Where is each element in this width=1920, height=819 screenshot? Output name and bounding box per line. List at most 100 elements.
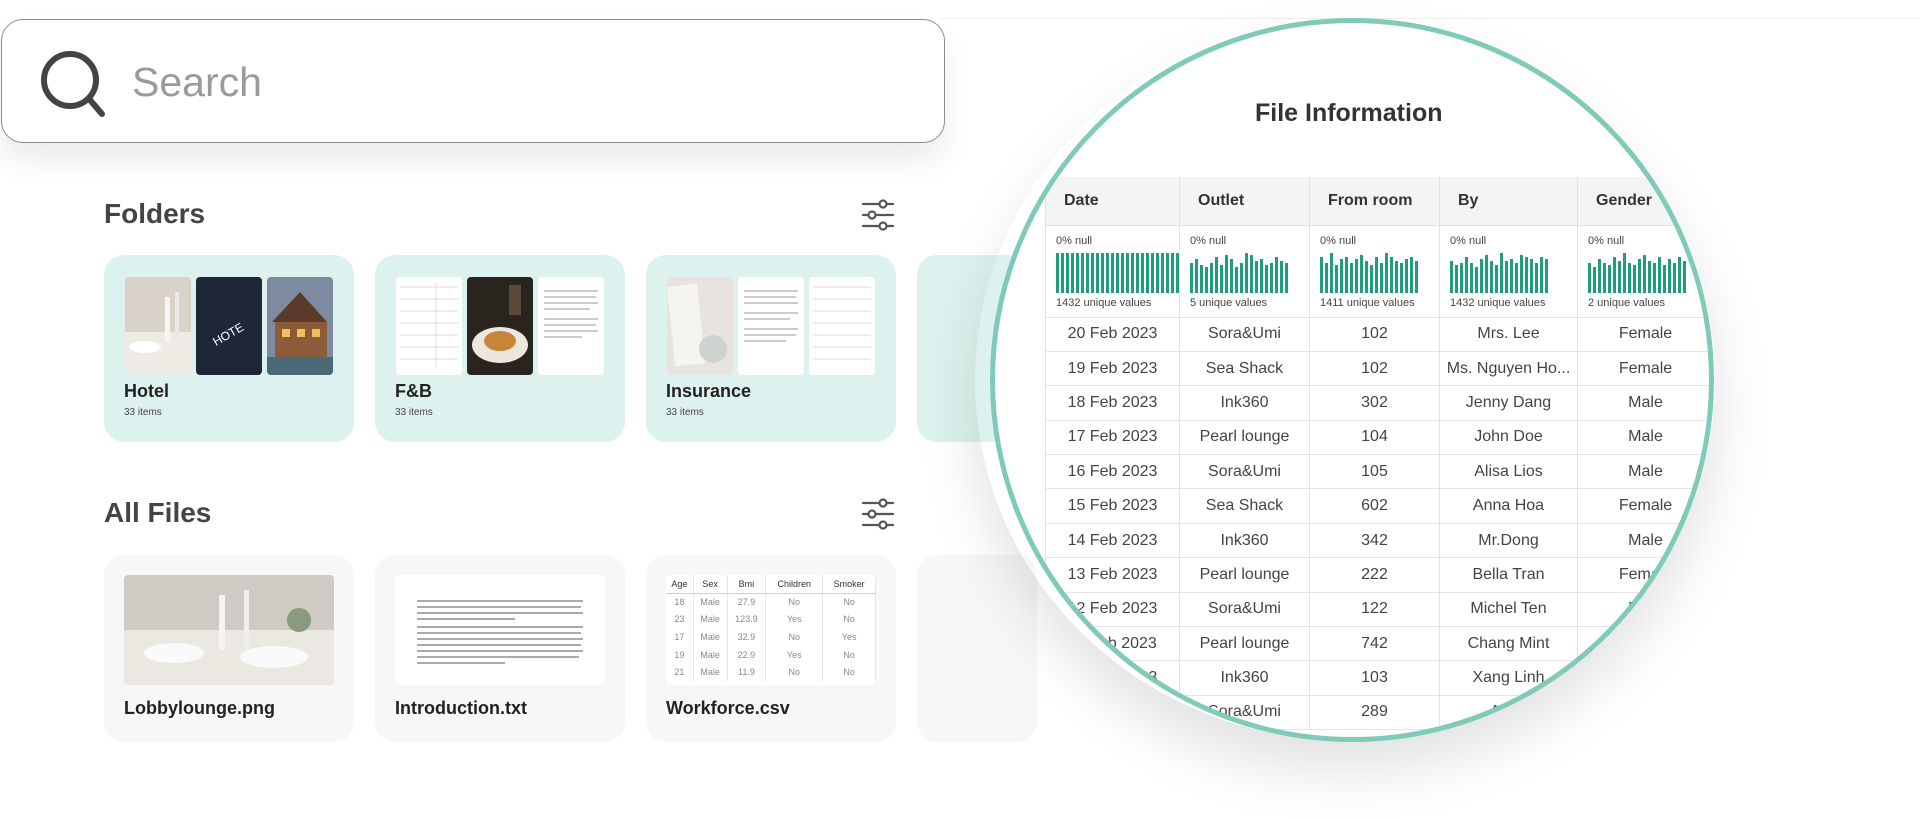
cell-from-room: 222 — [1309, 557, 1440, 593]
cell-by: Ms. Nguyen Ho... — [1439, 351, 1578, 387]
null-percentage: 0% null — [1320, 234, 1357, 247]
csv-cell: Male — [693, 645, 728, 664]
file-card-introduction[interactable]: Introduction.txt — [375, 555, 625, 742]
cell-from-room: 342 — [1309, 523, 1440, 559]
csv-cell: No — [765, 663, 824, 681]
file-name: Lobbylounge.png — [124, 698, 275, 718]
histogram-bar — [1056, 252, 1059, 293]
histogram-bar — [1525, 256, 1528, 293]
table-row[interactable]: 16 Feb 2023 Sora&Umi 105 Alisa Lios Male — [1045, 454, 1709, 490]
table-row[interactable]: 15 Feb 2023 Sea Shack 602 Anna Hoa Female — [1045, 488, 1709, 524]
folder-fnb[interactable]: F&B 33 items — [375, 255, 625, 442]
cell-outlet: Sea Shack — [1179, 488, 1310, 524]
cell-outlet: Pearl lounge — [1179, 420, 1310, 456]
csv-cell: No — [822, 645, 876, 664]
csv-cell: Male — [693, 610, 728, 629]
histogram-bar — [1628, 262, 1631, 293]
table-row[interactable]: 13 Feb 2023 Pearl lounge 222 Bella Tran Fema… — [1045, 557, 1709, 593]
cell-gender: Male — [1577, 695, 1709, 731]
histogram-bar — [1190, 262, 1193, 293]
histogram-bar — [1365, 260, 1368, 293]
column-stats-cell: 0% null 2 unique values — [1577, 225, 1709, 318]
histogram-bar — [1485, 254, 1488, 293]
histogram-bar — [1470, 262, 1473, 293]
histogram-bar — [1066, 252, 1069, 293]
histogram-bar — [1086, 252, 1089, 293]
null-percentage: 0% null — [1056, 234, 1093, 247]
folder-thumbnail — [467, 277, 533, 375]
cell-by: Alisa Lios — [1439, 454, 1578, 490]
null-percentage: 0% null — [1190, 234, 1227, 247]
folder-hotel[interactable]: HOTE Hotel 33 items — [104, 255, 354, 442]
csv-cell: Yes — [822, 628, 876, 646]
table-row[interactable]: 11 Feb 2023 Pearl lounge 742 Chang Mint Male — [1045, 626, 1709, 662]
column-header-from-room[interactable]: From room — [1309, 177, 1440, 226]
histogram-bar — [1106, 252, 1109, 293]
histogram-bar — [1210, 262, 1213, 293]
table-row[interactable]: 19 Feb 2023 Sea Shack 102 Ms. Nguyen Ho... F… — [1045, 351, 1709, 387]
folders-filter-icon[interactable] — [861, 198, 895, 232]
table-row[interactable]: 09 Feb 2023 Sora&Umi 289 Anna Male — [1045, 695, 1709, 731]
cell-gender: Male — [1577, 385, 1709, 421]
csv-cell: No — [765, 628, 824, 646]
histogram-bar — [1096, 252, 1099, 293]
csv-cell: 23 — [666, 610, 694, 629]
table-row[interactable]: 14 Feb 2023 Ink360 342 Mr.Dong Male — [1045, 523, 1709, 559]
folder-name: F&B — [395, 381, 432, 401]
table-row[interactable]: 20 Feb 2023 Sora&Umi 102 Mrs. Lee Female — [1045, 317, 1709, 352]
search-bar[interactable] — [1, 19, 945, 143]
search-input[interactable] — [132, 60, 832, 104]
file-card-lobbylounge[interactable]: Lobbylounge.png — [104, 555, 354, 742]
file-information-table: Date Outlet From room By Gender 0% null 1… — [1045, 177, 1709, 731]
column-header-gender[interactable]: Gender — [1577, 177, 1709, 226]
cell-by: Jenny Dang — [1439, 385, 1578, 421]
folder-name: Insurance — [666, 381, 752, 401]
histogram-bar — [1255, 260, 1258, 293]
table-row[interactable]: 10 Feb 2023 Ink360 103 Xang Linh Male — [1045, 660, 1709, 696]
histogram-bar — [1101, 252, 1104, 293]
folder-name: Hotel — [124, 381, 169, 401]
files-filter-icon[interactable] — [861, 497, 895, 531]
csv-row: 18 Male 27.9 No No — [666, 593, 876, 611]
histogram-bar — [1643, 254, 1646, 293]
table-row[interactable]: 17 Feb 2023 Pearl lounge 104 John Doe Male — [1045, 420, 1709, 456]
cell-outlet: Pearl lounge — [1179, 626, 1310, 662]
histogram-bar — [1608, 264, 1611, 293]
cell-from-room: 102 — [1309, 351, 1440, 387]
column-stats-cell: 0% null 5 unique values — [1179, 225, 1310, 318]
histogram-bar — [1121, 252, 1124, 293]
file-information-lens: File Information Date Outlet From room B… — [990, 18, 1714, 742]
folder-insurance[interactable]: Insurance 33 items — [646, 255, 896, 442]
histogram-bar — [1540, 256, 1543, 293]
file-card-workforce[interactable]: Age Sex Bmi Children Smoker 18 Male 27.9… — [646, 555, 896, 742]
column-header-outlet[interactable]: Outlet — [1179, 177, 1310, 226]
cell-by: John Doe — [1439, 420, 1578, 456]
histogram-bar — [1166, 252, 1169, 293]
histogram-bar — [1076, 252, 1079, 293]
column-header-by[interactable]: By — [1439, 177, 1578, 226]
csv-cell: 22.9 — [727, 645, 767, 664]
cell-from-room: 302 — [1309, 385, 1440, 421]
cell-by: Chang Mint — [1439, 626, 1578, 662]
cell-by: Mr.Dong — [1439, 523, 1578, 559]
cell-gender: Male — [1577, 626, 1709, 662]
histogram-bar — [1683, 260, 1686, 293]
histogram-bar — [1405, 258, 1408, 293]
histogram-bar — [1146, 252, 1149, 293]
histogram-bar — [1678, 256, 1681, 293]
table-row[interactable]: 18 Feb 2023 Ink360 302 Jenny Dang Male — [1045, 385, 1709, 421]
table-row[interactable]: 12 Feb 2023 Sora&Umi 122 Michel Ten Male — [1045, 592, 1709, 628]
column-stats-cell: 0% null 1432 unique values — [1045, 225, 1180, 318]
histogram-bar — [1465, 256, 1468, 293]
cell-from-room: 104 — [1309, 420, 1440, 456]
histogram-bar — [1400, 262, 1403, 293]
csv-row: 21 Male 11.9 No No — [666, 663, 876, 681]
column-header-date[interactable]: Date — [1045, 177, 1180, 226]
cell-date: 20 Feb 2023 — [1045, 317, 1180, 352]
histogram-bar — [1176, 252, 1179, 293]
cell-gender: Male — [1577, 592, 1709, 628]
cell-outlet: Sora&Umi — [1179, 317, 1310, 352]
histogram-bar — [1111, 252, 1114, 293]
csv-row: 23 Male 123.9 Yes No — [666, 610, 876, 629]
all-files-heading: All Files — [104, 497, 212, 528]
